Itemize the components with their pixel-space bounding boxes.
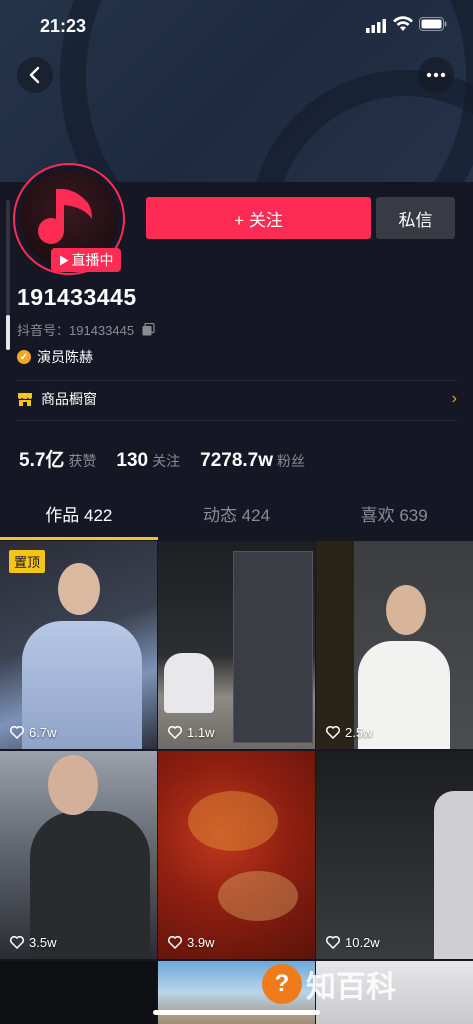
video-figure-head (48, 755, 98, 815)
message-button[interactable]: 私信 (376, 197, 455, 239)
profile-nickname: 191433445 (17, 284, 137, 310)
video-figure (164, 653, 214, 713)
video-thumbnail[interactable]: 置顶 6.7w (0, 541, 157, 749)
heart-icon (168, 936, 182, 949)
back-icon (29, 66, 40, 84)
heart-icon (168, 726, 182, 739)
shop-icon (18, 392, 32, 406)
video-likes: 3.9w (168, 935, 214, 950)
following-label: 关注 (152, 453, 181, 469)
douyin-id-text: 抖音号：191433445 (17, 323, 135, 338)
more-icon (426, 72, 446, 78)
video-thumbnail[interactable]: 1.1w (158, 541, 315, 749)
play-icon (59, 255, 68, 265)
shop-window-entry[interactable]: 商品橱窗 › (17, 388, 457, 410)
likes-count: 5.7亿 (19, 450, 65, 471)
likes-label: 获赞 (68, 453, 97, 469)
followers-label: 粉丝 (277, 453, 306, 469)
follow-label: + 关注 (234, 210, 283, 230)
likes-stat[interactable]: 5.7亿 获赞 (19, 445, 96, 472)
profile-tabs: 作品 422 动态 424 喜欢 639 (0, 496, 473, 540)
heart-icon (10, 726, 24, 739)
verified-text: 演员陈赫 (37, 349, 93, 365)
video-likes-count: 3.9w (187, 935, 215, 950)
status-bar: 21:23 (0, 0, 473, 50)
home-indicator[interactable] (153, 1010, 320, 1015)
video-likes: 3.5w (10, 935, 56, 950)
divider (17, 420, 457, 421)
video-coat (316, 541, 354, 749)
heart-icon (326, 936, 340, 949)
divider (17, 380, 457, 381)
follow-button[interactable]: + 关注 (146, 197, 371, 239)
tab-moments[interactable]: 动态 424 (158, 496, 316, 540)
video-likes-count: 1.1w (187, 725, 215, 740)
video-likes-count: 10.2w (345, 935, 380, 950)
following-stat[interactable]: 130 关注 (116, 450, 180, 472)
video-likes: 2.5w (326, 725, 372, 740)
video-likes: 10.2w (326, 935, 380, 950)
message-label: 私信 (398, 210, 433, 230)
battery-icon (419, 17, 447, 31)
watermark-logo: ? (262, 964, 302, 1004)
followers-count: 7278.7w (200, 450, 274, 471)
heart-icon (326, 726, 340, 739)
heart-icon (10, 936, 24, 949)
shop-label: 商品橱窗 (41, 391, 97, 407)
scrollbar[interactable] (6, 200, 10, 350)
video-thumbnail[interactable]: 3.5w (0, 751, 157, 959)
video-figure-head (58, 563, 100, 615)
video-thumbnail[interactable]: 10.2w (316, 751, 473, 959)
video-thumbnail[interactable] (0, 961, 157, 1024)
cellular-signal-icon (366, 19, 386, 33)
video-likes-count: 6.7w (29, 725, 57, 740)
followers-stat[interactable]: 7278.7w 粉丝 (200, 450, 305, 472)
video-food (188, 791, 278, 851)
copy-icon[interactable] (142, 323, 155, 336)
video-likes: 1.1w (168, 725, 214, 740)
video-food (218, 871, 298, 921)
wifi-icon (393, 16, 413, 31)
pinned-badge: 置顶 (9, 550, 46, 573)
video-figure (434, 791, 473, 959)
tab-works[interactable]: 作品 422 (0, 496, 158, 540)
following-count: 130 (116, 450, 149, 471)
video-likes-count: 2.5w (345, 725, 373, 740)
live-badge-label: 直播中 (71, 252, 114, 268)
profile-stats: 5.7亿 获赞 130 关注 7278.7w 粉丝 (19, 445, 325, 472)
douyin-id: 抖音号：191433445 (17, 320, 155, 339)
chevron-right-icon: › (451, 390, 457, 407)
live-badge[interactable]: 直播中 (51, 248, 121, 272)
tab-likes[interactable]: 喜欢 639 (315, 496, 473, 540)
video-thumbnail[interactable]: 2.5w (316, 541, 473, 749)
scrollbar-thumb[interactable] (6, 315, 10, 350)
music-note-icon (38, 189, 92, 244)
verified-icon: ✓ (17, 350, 31, 364)
video-figure-head (386, 585, 426, 635)
more-button[interactable] (418, 57, 454, 93)
verified-label: ✓ 演员陈赫 (17, 347, 93, 367)
back-button[interactable] (17, 57, 53, 93)
status-time: 21:23 (40, 16, 87, 36)
watermark: ? 知百科 (262, 962, 396, 1006)
watermark-text: 知百科 (306, 971, 396, 1004)
video-mirror (233, 551, 313, 743)
video-likes: 6.7w (10, 725, 56, 740)
video-thumbnail[interactable]: 3.9w (158, 751, 315, 959)
video-likes-count: 3.5w (29, 935, 57, 950)
